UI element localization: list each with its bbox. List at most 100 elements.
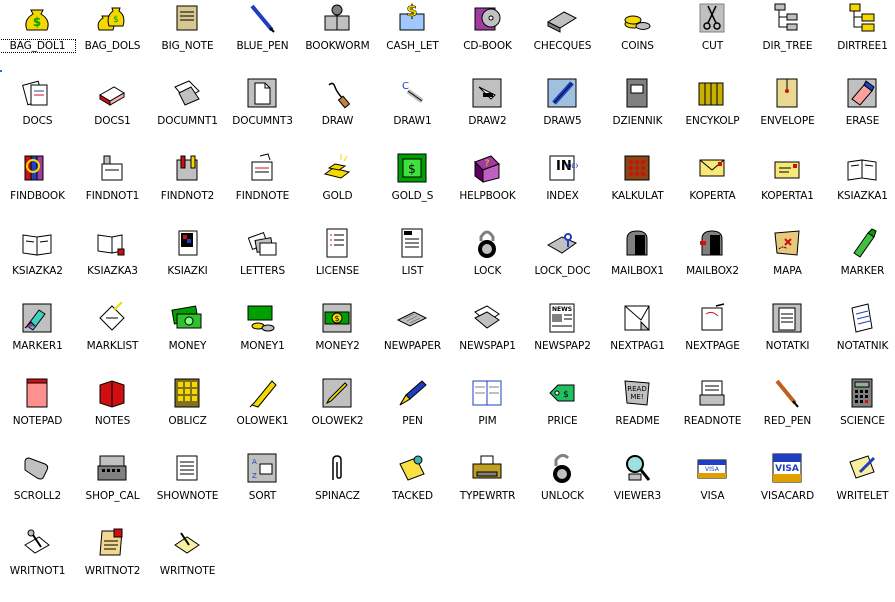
icon-item-ksiazka3[interactable]: KSIAZKA3	[75, 227, 150, 302]
icon-item-koperta1[interactable]: KOPERTA1	[750, 152, 825, 227]
read-note-icon	[696, 377, 728, 409]
icon-item-mailbox2[interactable]: MAILBOX2	[675, 227, 750, 302]
icon-item-cd-book[interactable]: CD-BOOK	[450, 2, 525, 77]
icon-label: NEWSPAP2	[534, 340, 591, 352]
icon-item-license[interactable]: LICENSE	[300, 227, 375, 302]
icon-item-draw5[interactable]: DRAW5	[525, 77, 600, 152]
icon-item-dziennik[interactable]: DZIENNIK	[600, 77, 675, 152]
icon-item-viewer3[interactable]: VIEWER3	[600, 452, 675, 527]
icon-item-draw[interactable]: DRAW	[300, 77, 375, 152]
icon-item-docs[interactable]: DOCS	[0, 77, 75, 152]
icon-item-big_note[interactable]: BIG_NOTE	[150, 2, 225, 77]
eraser-icon	[846, 77, 878, 109]
icon-item-encykolp[interactable]: ENCYKOLP	[675, 77, 750, 152]
icon-item-red_pen[interactable]: RED_PEN	[750, 377, 825, 452]
icon-item-shownote[interactable]: SHOWNOTE	[150, 452, 225, 527]
icon-item-erase[interactable]: ERASE	[825, 77, 895, 152]
drawing-brush-icon: C	[396, 77, 428, 109]
icon-item-visa[interactable]: VISA VISA	[675, 452, 750, 527]
icon-item-koperta[interactable]: KOPERTA	[675, 152, 750, 227]
icon-item-blue_pen[interactable]: BLUE_PEN	[225, 2, 300, 77]
icon-item-marker[interactable]: MARKER	[825, 227, 895, 302]
icon-item-spinacz[interactable]: SPINACZ	[300, 452, 375, 527]
icon-item-kalkulat[interactable]: KALKULAT	[600, 152, 675, 227]
icon-item-visacard[interactable]: VISA VISACARD	[750, 452, 825, 527]
icon-item-notatki[interactable]: NOTATKI	[750, 302, 825, 377]
icon-item-nextpag1[interactable]: NEXTPAG1	[600, 302, 675, 377]
icon-item-unlock[interactable]: UNLOCK	[525, 452, 600, 527]
icon-item-gold_s[interactable]: $ GOLD_S	[375, 152, 450, 227]
icon-item-list[interactable]: LIST	[375, 227, 450, 302]
icon-item-bag_dol1[interactable]: $ BAG_DOL1	[0, 2, 76, 77]
icon-item-coins[interactable]: COINS	[600, 2, 675, 77]
icon-item-notatnik[interactable]: NOTATNIK	[825, 302, 895, 377]
icon-item-newspap2[interactable]: NEWS NEWSPAP2	[525, 302, 600, 377]
icon-item-nextpage[interactable]: NEXTPAGE	[675, 302, 750, 377]
icon-item-draw2[interactable]: DRAW2	[450, 77, 525, 152]
blue-pencil-box-icon	[546, 77, 578, 109]
icon-item-typewrtr[interactable]: TYPEWRTR	[450, 452, 525, 527]
icon-item-findnote[interactable]: FINDNOTE	[225, 152, 300, 227]
icon-item-writelet[interactable]: WRITELET	[825, 452, 895, 527]
icon-item-olowek1[interactable]: OLOWEK1	[225, 377, 300, 452]
icon-item-checques[interactable]: CHECQUES	[525, 2, 600, 77]
icon-item-dir_tree[interactable]: DIR_TREE	[750, 2, 825, 77]
icon-label: NEWSPAP1	[459, 340, 516, 352]
icon-item-cut[interactable]: CUT	[675, 2, 750, 77]
icon-item-readnote[interactable]: READNOTE	[675, 377, 750, 452]
icon-item-lock[interactable]: LOCK	[450, 227, 525, 302]
icon-item-draw1[interactable]: C DRAW1	[375, 77, 450, 152]
icon-item-docs1[interactable]: DOCS1	[75, 77, 150, 152]
icon-item-findnot2[interactable]: FINDNOT2	[150, 152, 225, 227]
icon-item-envelope[interactable]: ENVELOPE	[750, 77, 825, 152]
icon-item-tacked[interactable]: TACKED	[375, 452, 450, 527]
icon-item-helpbook[interactable]: ? HELPBOOK	[450, 152, 525, 227]
icon-item-readme[interactable]: READ ME! README	[600, 377, 675, 452]
icon-item-ksiazka1[interactable]: KSIAZKA1	[825, 152, 895, 227]
icon-label: UNLOCK	[541, 490, 584, 502]
icon-item-science[interactable]: SCIENCE	[825, 377, 895, 452]
icon-item-bookworm[interactable]: BOOKWORM	[300, 2, 375, 77]
icon-item-writnote[interactable]: WRITNOTE	[150, 527, 225, 602]
icon-item-findnot1[interactable]: FINDNOT1	[75, 152, 150, 227]
icon-item-gold[interactable]: GOLD	[300, 152, 375, 227]
icon-item-letters[interactable]: LETTERS	[225, 227, 300, 302]
price-tag-icon: $	[546, 377, 578, 409]
icon-item-mapa[interactable]: MAPA	[750, 227, 825, 302]
icon-item-marker1[interactable]: MARKER1	[0, 302, 75, 377]
icon-item-dirtree1[interactable]: DIRTREE1	[825, 2, 895, 77]
icon-item-notepad[interactable]: NOTEPAD	[0, 377, 75, 452]
icon-item-mailbox1[interactable]: MAILBOX1	[600, 227, 675, 302]
icon-item-bag_dols[interactable]: $ BAG_DOLS	[75, 2, 150, 77]
icon-item-marklist[interactable]: MARKLIST	[75, 302, 150, 377]
icon-item-lock_doc[interactable]: LOCK_DOC	[525, 227, 600, 302]
icon-item-cash_let[interactable]: $ CASH_LET	[375, 2, 450, 77]
keypad-icon	[171, 377, 203, 409]
torn-documents-icon	[171, 77, 203, 109]
icon-item-price[interactable]: $ PRICE	[525, 377, 600, 452]
icon-item-notes[interactable]: NOTES	[75, 377, 150, 452]
icon-item-writnot2[interactable]: WRITNOT2	[75, 527, 150, 602]
icon-item-scroll2[interactable]: SCROLL2	[0, 452, 75, 527]
license-icon	[321, 227, 353, 259]
icon-item-newpaper[interactable]: NEWPAPER	[375, 302, 450, 377]
icon-label: KOPERTA1	[761, 190, 814, 202]
icon-item-pen[interactable]: PEN	[375, 377, 450, 452]
icon-item-writnot1[interactable]: WRITNOT1	[0, 527, 75, 602]
icon-item-documnt1[interactable]: DOCUMNT1	[150, 77, 225, 152]
icon-item-olowek2[interactable]: OLOWEK2	[300, 377, 375, 452]
icon-item-documnt3[interactable]: DOCUMNT3	[225, 77, 300, 152]
icon-item-sort[interactable]: A Z SORT	[225, 452, 300, 527]
icon-item-money2[interactable]: $ MONEY2	[300, 302, 375, 377]
icon-item-shop_cal[interactable]: SHOP_CAL	[75, 452, 150, 527]
icon-label: MAPA	[773, 265, 802, 277]
icon-item-newspap1[interactable]: NEWSPAP1	[450, 302, 525, 377]
icon-item-oblicz[interactable]: OBLICZ	[150, 377, 225, 452]
icon-item-findbook[interactable]: FINDBOOK	[0, 152, 75, 227]
icon-item-ksiazka2[interactable]: KSIAZKA2	[0, 227, 75, 302]
icon-item-ksiazki[interactable]: KSIAZKI	[150, 227, 225, 302]
icon-item-pim[interactable]: PIM	[450, 377, 525, 452]
icon-item-index[interactable]: IN DEX INDEX	[525, 152, 600, 227]
icon-item-money1[interactable]: MONEY1	[225, 302, 300, 377]
icon-item-money[interactable]: MONEY	[150, 302, 225, 377]
